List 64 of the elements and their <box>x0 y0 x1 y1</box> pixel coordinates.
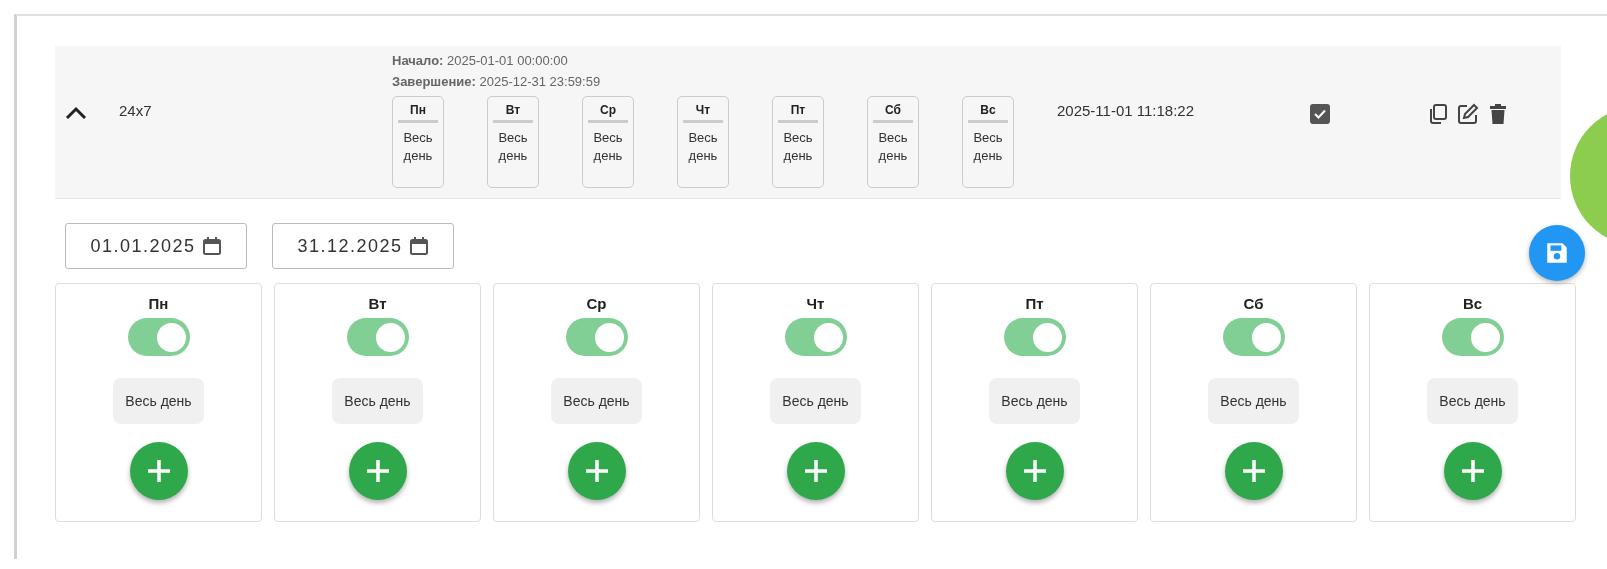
day-hours: Весь день <box>972 129 1004 165</box>
calendar-icon <box>201 236 222 256</box>
day-label: Сб <box>873 103 913 123</box>
plus-icon <box>145 458 172 484</box>
calendar-icon <box>408 236 429 256</box>
add-button[interactable] <box>1005 442 1064 500</box>
plus-icon <box>364 458 391 484</box>
day-toggle[interactable] <box>127 318 190 356</box>
delete-button[interactable] <box>1487 102 1509 126</box>
day-hours: Весь день <box>402 129 434 165</box>
day-label: Ср <box>586 295 607 312</box>
day-label: Вс <box>1462 295 1483 312</box>
plus-icon <box>1240 458 1267 484</box>
date-field[interactable]: 01.01.2025 <box>65 223 247 269</box>
day-label: Чт <box>683 103 723 123</box>
add-button[interactable] <box>1443 442 1502 500</box>
date-field[interactable]: 31.12.2025 <box>272 223 454 269</box>
add-button[interactable] <box>348 442 407 500</box>
add-button[interactable] <box>567 442 626 500</box>
time-slot-chip[interactable]: Весь день <box>332 378 423 424</box>
day-toggle[interactable] <box>1441 318 1504 356</box>
day-label: Ср <box>588 103 628 123</box>
time-slot-chip[interactable]: Весь день <box>989 378 1080 424</box>
day-label: Чт <box>806 295 825 312</box>
add-button[interactable] <box>1224 442 1283 500</box>
day-toggle[interactable] <box>565 318 628 356</box>
time-slot-chip[interactable]: Весь день <box>770 378 861 424</box>
day-toggle[interactable] <box>784 318 847 356</box>
created-time: 2025-11-01 11:18:22 <box>1057 102 1196 119</box>
day-label: Сб <box>1243 295 1264 312</box>
day-label: Пт <box>1025 295 1044 312</box>
chevron-up-icon[interactable] <box>65 106 87 120</box>
day-toggle[interactable] <box>346 318 409 356</box>
day-label: Вт <box>368 295 387 312</box>
day-hours: Весь день <box>782 129 814 165</box>
end-time: Завершение: 2025-12-31 23:59:59 <box>392 73 602 91</box>
day-hours: Весь день <box>687 129 719 165</box>
day-label: Пт <box>778 103 818 123</box>
time-slot-chip[interactable]: Весь день <box>551 378 642 424</box>
day-label: Пн <box>398 103 438 123</box>
day-toggle[interactable] <box>1003 318 1066 356</box>
day-hours: Весь день <box>877 129 909 165</box>
day-label: Вт <box>493 103 533 123</box>
checkbox[interactable] <box>1310 104 1330 124</box>
time-slot-chip[interactable]: Весь день <box>1208 378 1299 424</box>
add-button[interactable] <box>786 442 845 500</box>
day-toggle[interactable] <box>1222 318 1285 356</box>
add-button[interactable] <box>129 442 188 500</box>
plus-icon <box>802 458 829 484</box>
day-label: Пн <box>148 295 169 312</box>
plus-icon <box>1459 458 1486 484</box>
day-hours: Весь день <box>592 129 624 165</box>
edit-button[interactable] <box>1457 102 1479 126</box>
plus-icon <box>583 458 610 484</box>
check-icon <box>1314 109 1326 119</box>
day-label: Вс <box>968 103 1008 123</box>
schedule-name: 24x7 <box>119 102 153 119</box>
time-slot-chip[interactable]: Весь день <box>113 378 204 424</box>
copy-button[interactable] <box>1427 102 1449 126</box>
start-time: Начало: 2025-01-01 00:00:00 <box>392 52 569 70</box>
save-button[interactable] <box>1529 225 1585 281</box>
time-slot-chip[interactable]: Весь день <box>1427 378 1518 424</box>
day-hours: Весь день <box>497 129 529 165</box>
plus-icon <box>1021 458 1048 484</box>
